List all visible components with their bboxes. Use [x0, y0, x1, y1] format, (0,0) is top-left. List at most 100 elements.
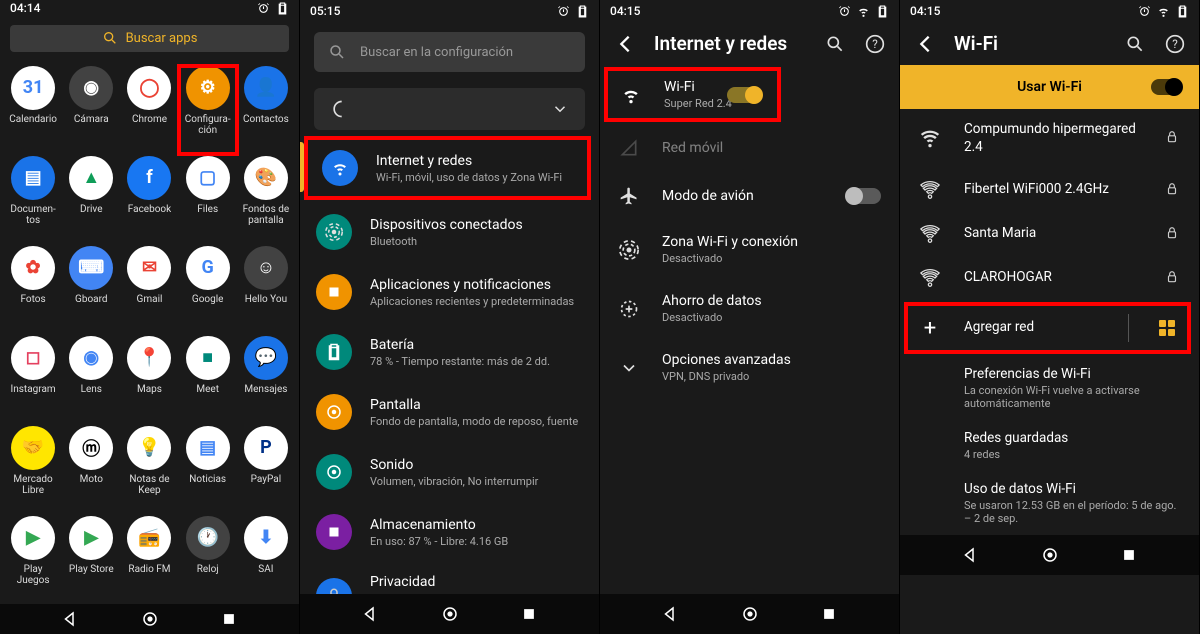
search-settings[interactable]: Buscar en la configuración — [314, 32, 585, 72]
app-noticias[interactable]: ▤Noticias — [179, 426, 237, 514]
toggle-switch[interactable] — [727, 87, 761, 103]
search-settings-placeholder: Buscar en la configuración — [360, 45, 513, 60]
nav-home[interactable] — [441, 605, 459, 623]
settings-item-sonido[interactable]: SonidoVolumen, vibración, No interrumpir — [300, 442, 599, 502]
settings-item-title: Privacidad — [370, 574, 583, 590]
wifi-network-row[interactable]: Fibertel WiFi000 2.4GHz — [900, 168, 1199, 212]
app-fotos[interactable]: ✿Fotos — [4, 246, 62, 334]
app-label: Fondos de pantalla — [243, 204, 290, 227]
settings-item-privacidad[interactable]: PrivacidadPermisos, actividad de la cuen… — [300, 562, 599, 594]
status-time: 04:15 — [610, 4, 640, 18]
settings-item-title: Sonido — [370, 457, 538, 473]
nav-recent[interactable] — [1120, 546, 1138, 564]
wifi-pref-item[interactable]: Uso de datos Wi-FiSe usaron 12.53 GB en … — [900, 471, 1199, 535]
app-reloj[interactable]: 🕐Reloj — [179, 516, 237, 604]
app-playjuegos[interactable]: ▶Play Juegos — [4, 516, 62, 604]
app-moto[interactable]: ⓜMoto — [62, 426, 120, 514]
wifi-network-row[interactable]: Santa Maria — [900, 212, 1199, 256]
wifi-toggle-switch[interactable] — [1151, 79, 1181, 95]
app-gboard[interactable]: ⌨Gboard — [62, 246, 120, 334]
row-title: Zona Wi-Fi y conexión — [662, 234, 881, 250]
nav-home[interactable] — [1041, 546, 1059, 564]
app-label: Configura- ción — [185, 114, 231, 137]
app-notasdekeep[interactable]: 💡Notas de Keep — [120, 426, 178, 514]
app-sai[interactable]: ⬇SAI — [237, 516, 295, 604]
app-configuracin[interactable]: ⚙Configura- ción — [179, 66, 237, 154]
qr-icon[interactable] — [1159, 320, 1175, 336]
row-title: Opciones avanzadas — [662, 352, 881, 368]
help-icon[interactable] — [865, 34, 885, 54]
search-icon[interactable] — [825, 34, 845, 54]
wifi-pref-item[interactable]: Preferencias de Wi-FiLa conexión Wi-Fi v… — [900, 356, 1199, 420]
back-icon[interactable] — [914, 33, 936, 55]
app-chrome[interactable]: ◯Chrome — [120, 66, 178, 154]
page-title: Internet y redes — [654, 32, 807, 55]
network-row-wifi[interactable]: Wi-FiSuper Red 2.4 — [606, 69, 779, 120]
nav-recent[interactable] — [520, 605, 538, 623]
row-icon — [618, 358, 640, 378]
nav-home[interactable] — [741, 605, 759, 623]
search-apps[interactable]: Buscar apps — [10, 25, 289, 52]
app-icon: ✉ — [127, 246, 171, 290]
network-row-mododeavin[interactable]: Modo de avión — [600, 172, 899, 220]
app-drive[interactable]: ▲Drive — [62, 156, 120, 244]
app-instagram[interactable]: ◻Instagram — [4, 336, 62, 424]
settings-category-icon — [316, 514, 352, 550]
app-lens[interactable]: ◉Lens — [62, 336, 120, 424]
network-row-zonawifiyconexin[interactable]: Zona Wi-Fi y conexiónDesactivado — [600, 220, 899, 279]
settings-item-pantalla[interactable]: PantallaFondo de pantalla, modo de repos… — [300, 382, 599, 442]
nav-back[interactable] — [361, 605, 379, 623]
app-documentos[interactable]: ▤Documen- tos — [4, 156, 62, 244]
app-meet[interactable]: ■Meet — [179, 336, 237, 424]
nav-back[interactable] — [661, 605, 679, 623]
app-facebook[interactable]: fFacebook — [120, 156, 178, 244]
settings-item-almacenamiento[interactable]: AlmacenamientoEn uso: 87 % - Libre: 4.16… — [300, 502, 599, 562]
dnd-bar[interactable] — [314, 88, 585, 130]
nav-back[interactable] — [61, 610, 79, 628]
back-icon[interactable] — [614, 33, 636, 55]
settings-category-icon — [322, 150, 358, 186]
app-icon: ⬇ — [244, 516, 288, 560]
settings-category-icon — [316, 394, 352, 430]
app-icon: ⌨ — [69, 246, 113, 290]
nav-recent[interactable] — [220, 610, 238, 628]
help-icon[interactable] — [1165, 34, 1185, 54]
app-playstore[interactable]: ▶Play Store — [62, 516, 120, 604]
app-helloyou[interactable]: ☺Hello You — [237, 246, 295, 334]
app-cmara[interactable]: ◉Cámara — [62, 66, 120, 154]
app-maps[interactable]: 📍Maps — [120, 336, 178, 424]
app-contactos[interactable]: 👤Contactos — [237, 66, 295, 154]
nav-back[interactable] — [961, 546, 979, 564]
app-mensajes[interactable]: 💬Mensajes — [237, 336, 295, 424]
app-radiofm[interactable]: 📻Radio FM — [120, 516, 178, 604]
app-mercadolibre[interactable]: 🤝Mercado Libre — [4, 426, 62, 514]
settings-item-aplicacionesynotificaciones[interactable]: Aplicaciones y notificacionesAplicacione… — [300, 262, 599, 322]
app-gmail[interactable]: ✉Gmail — [120, 246, 178, 334]
settings-item-dispositivosconectados[interactable]: Dispositivos conectadosBluetooth — [300, 202, 599, 262]
network-row-opcionesavanzadas[interactable]: Opciones avanzadasVPN, DNS privado — [600, 338, 899, 397]
app-calendario[interactable]: 31Calendario — [4, 66, 62, 154]
app-google[interactable]: GGoogle — [179, 246, 237, 334]
use-wifi-toggle[interactable]: Usar Wi-Fi — [900, 65, 1199, 109]
row-icon — [618, 240, 640, 260]
app-icon: 📍 — [127, 336, 171, 380]
settings-item-batera[interactable]: Batería78 % - Tiempo restante: más de 2 … — [300, 322, 599, 382]
app-files[interactable]: ▢Files — [179, 156, 237, 244]
settings-item-internetyredes[interactable]: Internet y redesWi-Fi, móvil, uso de dat… — [306, 138, 589, 198]
wifi-network-row[interactable]: Compumundo hipermegared 2.4 — [900, 109, 1199, 168]
screen-app-drawer: 04:14 Buscar apps 31Calendario◉Cámara◯Ch… — [0, 0, 300, 634]
row-icon — [618, 138, 640, 158]
app-icon: 🤝 — [11, 426, 55, 470]
nav-recent[interactable] — [820, 605, 838, 623]
add-network-row[interactable]: + Agregar red — [906, 304, 1189, 352]
search-icon[interactable] — [1125, 34, 1145, 54]
network-row-ahorrodedatos[interactable]: Ahorro de datosDesactivado — [600, 279, 899, 338]
app-paypal[interactable]: PPayPal — [237, 426, 295, 514]
network-row-redmvil[interactable]: Red móvil — [600, 124, 899, 172]
app-fondosdepantalla[interactable]: 🎨Fondos de pantalla — [237, 156, 295, 244]
wifi-pref-item[interactable]: Redes guardadas4 redes — [900, 420, 1199, 471]
wifi-network-row[interactable]: CLAROHOGAR — [900, 256, 1199, 300]
row-title: Ahorro de datos — [662, 293, 881, 309]
toggle-switch[interactable] — [847, 188, 881, 204]
nav-home[interactable] — [141, 610, 159, 628]
